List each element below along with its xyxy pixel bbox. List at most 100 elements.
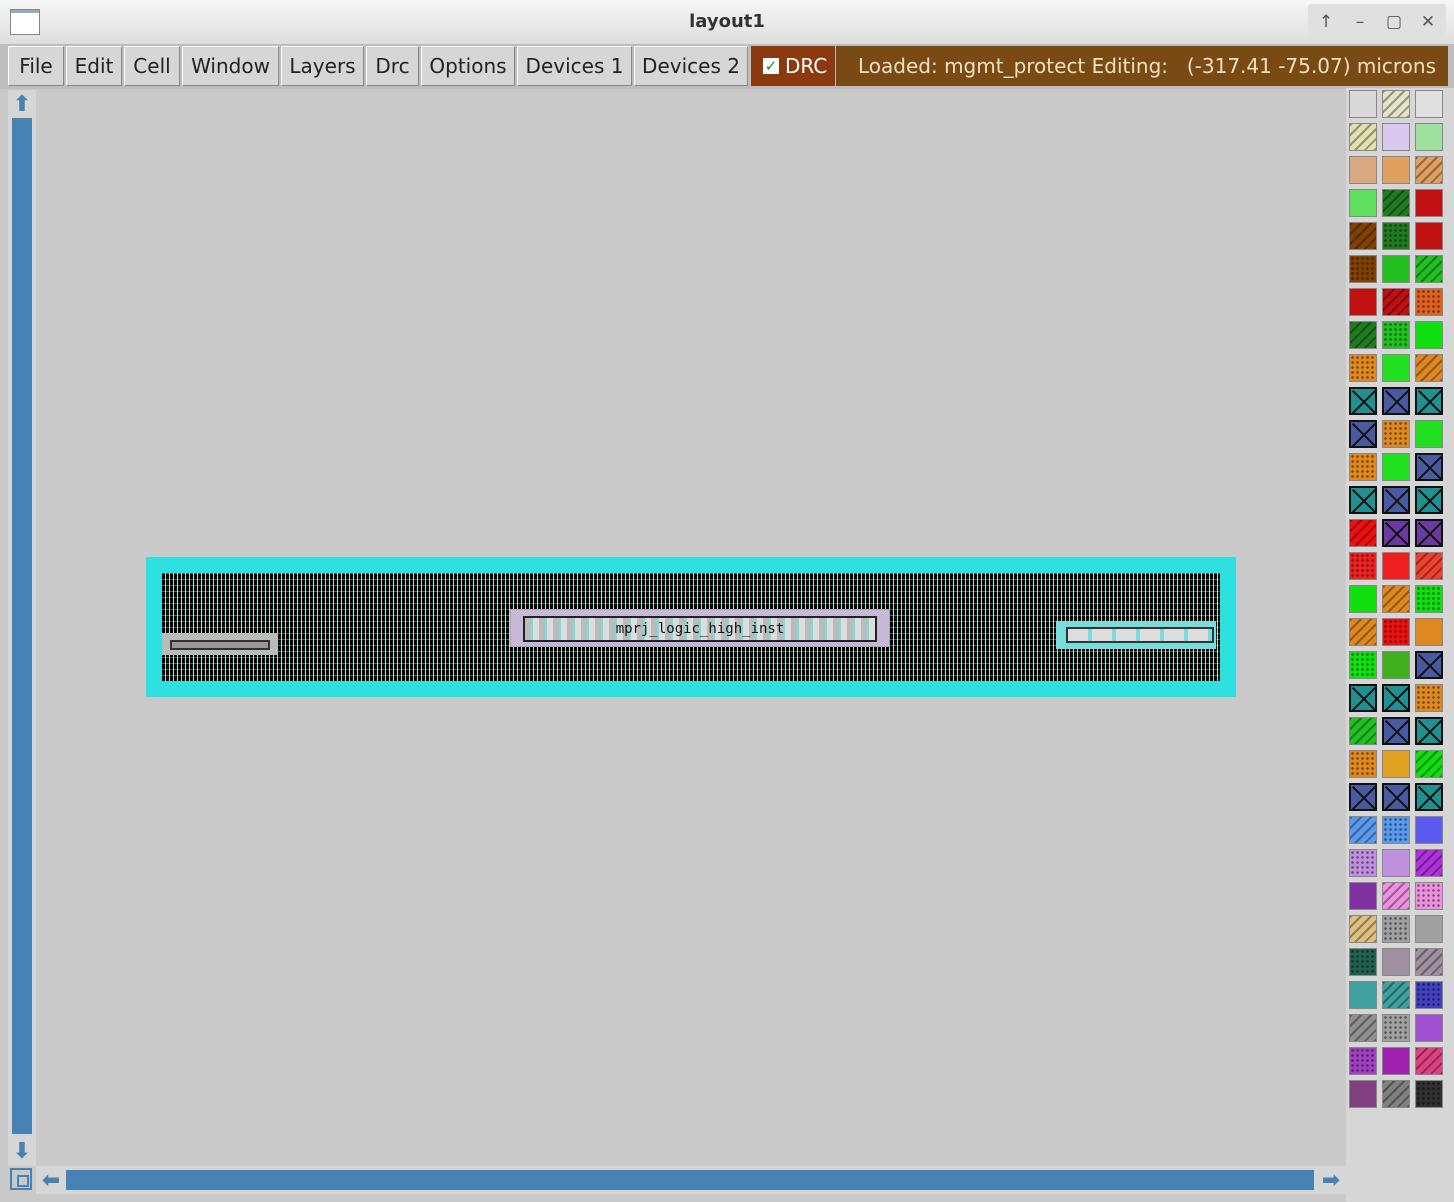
layer-swatch[interactable] xyxy=(1415,288,1443,316)
layer-swatch[interactable] xyxy=(1415,189,1443,217)
layer-swatch[interactable] xyxy=(1415,816,1443,844)
layer-swatch[interactable] xyxy=(1382,222,1410,250)
layer-swatch[interactable] xyxy=(1382,255,1410,283)
menu-options[interactable]: Options xyxy=(421,46,515,86)
layer-swatch[interactable] xyxy=(1415,519,1443,547)
layer-swatch[interactable] xyxy=(1382,156,1410,184)
menu-devices-1[interactable]: Devices 1 xyxy=(517,46,632,86)
layer-swatch[interactable] xyxy=(1382,1080,1410,1108)
layer-swatch[interactable] xyxy=(1349,189,1377,217)
menu-edit[interactable]: Edit xyxy=(66,46,122,86)
layer-swatch[interactable] xyxy=(1382,783,1410,811)
layer-swatch[interactable] xyxy=(1382,948,1410,976)
layer-swatch[interactable] xyxy=(1382,387,1410,415)
layer-swatch[interactable] xyxy=(1415,354,1443,382)
menu-layers[interactable]: Layers xyxy=(281,46,364,86)
menu-drc[interactable]: Drc xyxy=(366,46,419,86)
layer-swatch[interactable] xyxy=(1382,1014,1410,1042)
layer-swatch[interactable] xyxy=(1349,321,1377,349)
layer-swatch[interactable] xyxy=(1382,354,1410,382)
layer-swatch[interactable] xyxy=(1349,486,1377,514)
layout-canvas[interactable]: mprj_logic_high_inst xyxy=(36,90,1346,1166)
menu-devices-2[interactable]: Devices 2 xyxy=(634,46,748,86)
right-subcell[interactable] xyxy=(1056,621,1216,649)
horizontal-scrollbar[interactable]: ⬅ ➡ xyxy=(36,1166,1346,1194)
layer-swatch[interactable] xyxy=(1382,1047,1410,1075)
layer-swatch[interactable] xyxy=(1382,420,1410,448)
layer-swatch[interactable] xyxy=(1382,849,1410,877)
layer-swatch[interactable] xyxy=(1415,783,1443,811)
layer-swatch[interactable] xyxy=(1415,156,1443,184)
left-subcell[interactable] xyxy=(162,633,278,655)
layer-swatch[interactable] xyxy=(1415,618,1443,646)
layer-swatch[interactable] xyxy=(1382,915,1410,943)
layer-swatch[interactable] xyxy=(1349,882,1377,910)
layer-swatch[interactable] xyxy=(1349,453,1377,481)
layer-swatch[interactable] xyxy=(1382,123,1410,151)
layer-swatch[interactable] xyxy=(1349,123,1377,151)
layer-swatch[interactable] xyxy=(1349,1014,1377,1042)
layer-swatch[interactable] xyxy=(1415,255,1443,283)
layer-swatch[interactable] xyxy=(1349,915,1377,943)
layer-swatch[interactable] xyxy=(1382,684,1410,712)
scroll-right-arrow-icon[interactable]: ➡ xyxy=(1318,1167,1344,1193)
layer-swatch[interactable] xyxy=(1382,585,1410,613)
layer-swatch[interactable] xyxy=(1415,453,1443,481)
zoom-fit-icon[interactable] xyxy=(10,1168,32,1190)
layer-swatch[interactable] xyxy=(1349,1047,1377,1075)
layer-swatch[interactable] xyxy=(1415,585,1443,613)
layer-swatch[interactable] xyxy=(1349,90,1377,118)
layer-swatch[interactable] xyxy=(1349,948,1377,976)
layer-swatch[interactable] xyxy=(1415,684,1443,712)
layer-swatch[interactable] xyxy=(1415,123,1443,151)
scroll-down-arrow-icon[interactable]: ⬇ xyxy=(9,1138,35,1164)
layer-swatch[interactable] xyxy=(1349,288,1377,316)
layer-swatch[interactable] xyxy=(1349,387,1377,415)
layer-swatch[interactable] xyxy=(1382,453,1410,481)
layer-swatch[interactable] xyxy=(1349,1080,1377,1108)
layer-swatch[interactable] xyxy=(1415,651,1443,679)
cell-geometry[interactable]: mprj_logic_high_inst xyxy=(162,573,1220,681)
close-button-icon[interactable]: ✕ xyxy=(1414,4,1442,40)
subcell-instance[interactable]: mprj_logic_high_inst xyxy=(510,609,890,647)
vertical-scroll-thumb[interactable] xyxy=(12,118,32,1134)
layer-swatch[interactable] xyxy=(1415,750,1443,778)
layer-swatch[interactable] xyxy=(1415,981,1443,1009)
layer-swatch[interactable] xyxy=(1382,816,1410,844)
horizontal-scroll-thumb[interactable] xyxy=(66,1170,1314,1190)
layer-swatch[interactable] xyxy=(1415,1047,1443,1075)
layer-swatch[interactable] xyxy=(1382,717,1410,745)
layer-swatch[interactable] xyxy=(1349,816,1377,844)
layer-swatch[interactable] xyxy=(1349,651,1377,679)
layer-swatch[interactable] xyxy=(1349,222,1377,250)
layer-swatch[interactable] xyxy=(1382,750,1410,778)
layer-swatch[interactable] xyxy=(1349,717,1377,745)
layer-swatch[interactable] xyxy=(1415,1080,1443,1108)
drc-checkbox-icon[interactable]: ✓ xyxy=(763,58,779,74)
menu-cell[interactable]: Cell xyxy=(124,46,180,86)
layer-swatch[interactable] xyxy=(1415,882,1443,910)
layer-swatch[interactable] xyxy=(1349,981,1377,1009)
layer-swatch[interactable] xyxy=(1415,486,1443,514)
scroll-up-arrow-icon[interactable]: ⬆ xyxy=(9,91,35,117)
drc-toggle[interactable]: ✓ DRC xyxy=(751,46,835,86)
layer-swatch[interactable] xyxy=(1349,420,1377,448)
title-bar[interactable]: layout1 ↑ – ▢ ✕ xyxy=(0,0,1454,45)
layer-swatch[interactable] xyxy=(1349,156,1377,184)
layer-swatch[interactable] xyxy=(1415,420,1443,448)
maximize-button-icon[interactable]: ▢ xyxy=(1380,4,1408,40)
vertical-scrollbar[interactable]: ⬆ ⬇ xyxy=(8,90,36,1166)
layer-swatch[interactable] xyxy=(1349,783,1377,811)
layer-swatch[interactable] xyxy=(1382,552,1410,580)
layer-swatch[interactable] xyxy=(1382,618,1410,646)
minimize-button-icon[interactable]: – xyxy=(1346,4,1374,40)
scroll-left-arrow-icon[interactable]: ⬅ xyxy=(38,1167,64,1193)
layer-swatch[interactable] xyxy=(1382,882,1410,910)
layer-swatch[interactable] xyxy=(1415,222,1443,250)
menu-window[interactable]: Window xyxy=(182,46,279,86)
layer-swatch[interactable] xyxy=(1382,486,1410,514)
layer-swatch[interactable] xyxy=(1349,618,1377,646)
layer-swatch[interactable] xyxy=(1415,849,1443,877)
layer-swatch[interactable] xyxy=(1349,519,1377,547)
layer-swatch[interactable] xyxy=(1382,189,1410,217)
